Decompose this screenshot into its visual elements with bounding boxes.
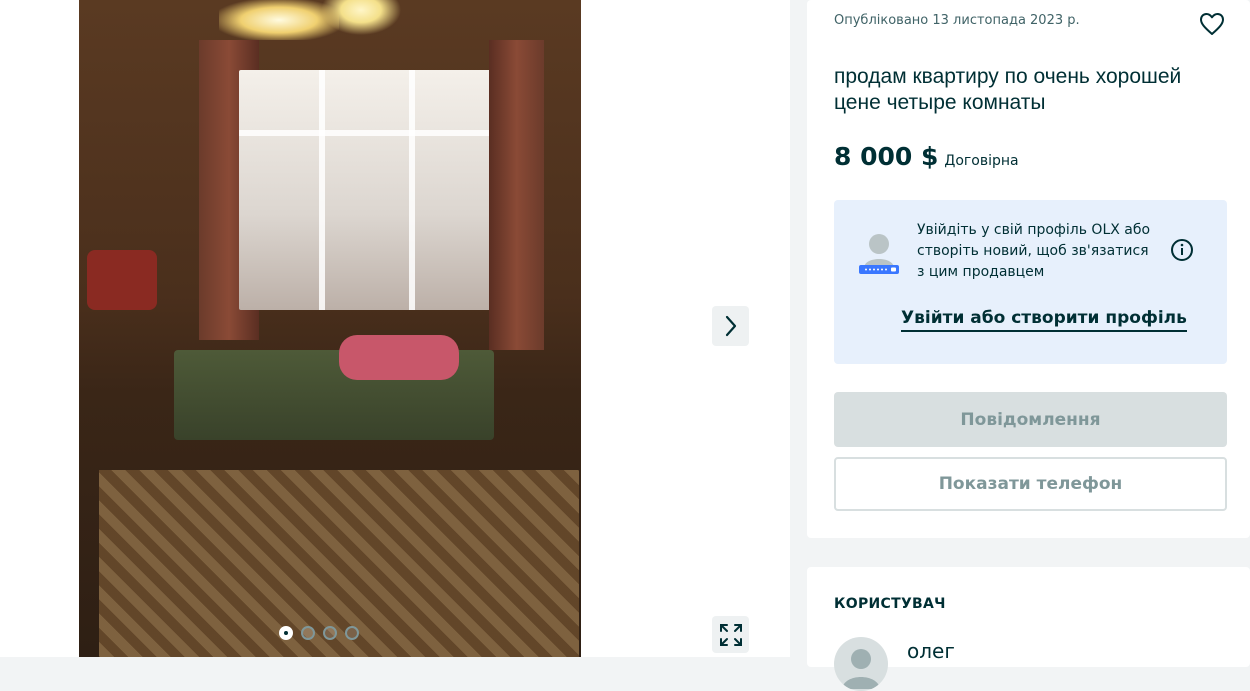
- favorite-button[interactable]: [1198, 10, 1226, 38]
- info-icon[interactable]: [1170, 238, 1194, 262]
- heart-icon: [1200, 13, 1224, 35]
- login-prompt-text: Увійдіть у свій профіль OLX або створіть…: [917, 222, 1151, 280]
- user-card: КОРИСТУВАЧ олег: [807, 567, 1250, 691]
- listing-photo[interactable]: [79, 0, 581, 657]
- message-button[interactable]: Повідомлення: [834, 392, 1227, 447]
- login-prompt-box: Увійдіть у свій профіль OLX або створіть…: [834, 200, 1227, 364]
- expand-icon: [719, 623, 742, 646]
- user-placeholder-icon: [859, 234, 899, 274]
- slide-dot-2[interactable]: [301, 626, 315, 640]
- chandelier-glare: [219, 0, 339, 40]
- window-frame: [409, 70, 415, 310]
- curtain-right: [489, 40, 544, 350]
- user-avatar-icon: [842, 649, 880, 689]
- listing-title: продам квартиру по очень хорошей цене че…: [834, 65, 1182, 114]
- price: 8 000 $: [834, 142, 939, 171]
- fullscreen-button[interactable]: [712, 616, 749, 653]
- avatar[interactable]: [834, 637, 888, 691]
- price-row: 8 000 $ Договірна: [834, 142, 1019, 171]
- chevron-right-icon: [725, 315, 736, 337]
- window-area: [239, 70, 499, 310]
- slide-indicators: [279, 626, 359, 640]
- login-or-register-link[interactable]: Увійти або створити профіль: [901, 308, 1187, 332]
- published-date: Опубліковано 13 листопада 2023 р.: [834, 13, 1080, 28]
- pillow: [339, 335, 459, 380]
- gallery-panel: [0, 0, 790, 657]
- user-section-heading: КОРИСТУВАЧ: [834, 596, 946, 612]
- slide-dot-4[interactable]: [345, 626, 359, 640]
- seller-name[interactable]: олег: [907, 639, 955, 663]
- window-frame: [239, 130, 499, 136]
- negotiable-label: Договірна: [944, 153, 1019, 169]
- armchair: [87, 250, 157, 310]
- listing-details-card: Опубліковано 13 листопада 2023 р. продам…: [807, 0, 1250, 538]
- next-photo-button[interactable]: [712, 306, 749, 346]
- show-phone-button[interactable]: Показати телефон: [834, 457, 1227, 511]
- slide-dot-3[interactable]: [323, 626, 337, 640]
- slide-dot-1[interactable]: [279, 626, 293, 640]
- window-frame: [319, 70, 325, 310]
